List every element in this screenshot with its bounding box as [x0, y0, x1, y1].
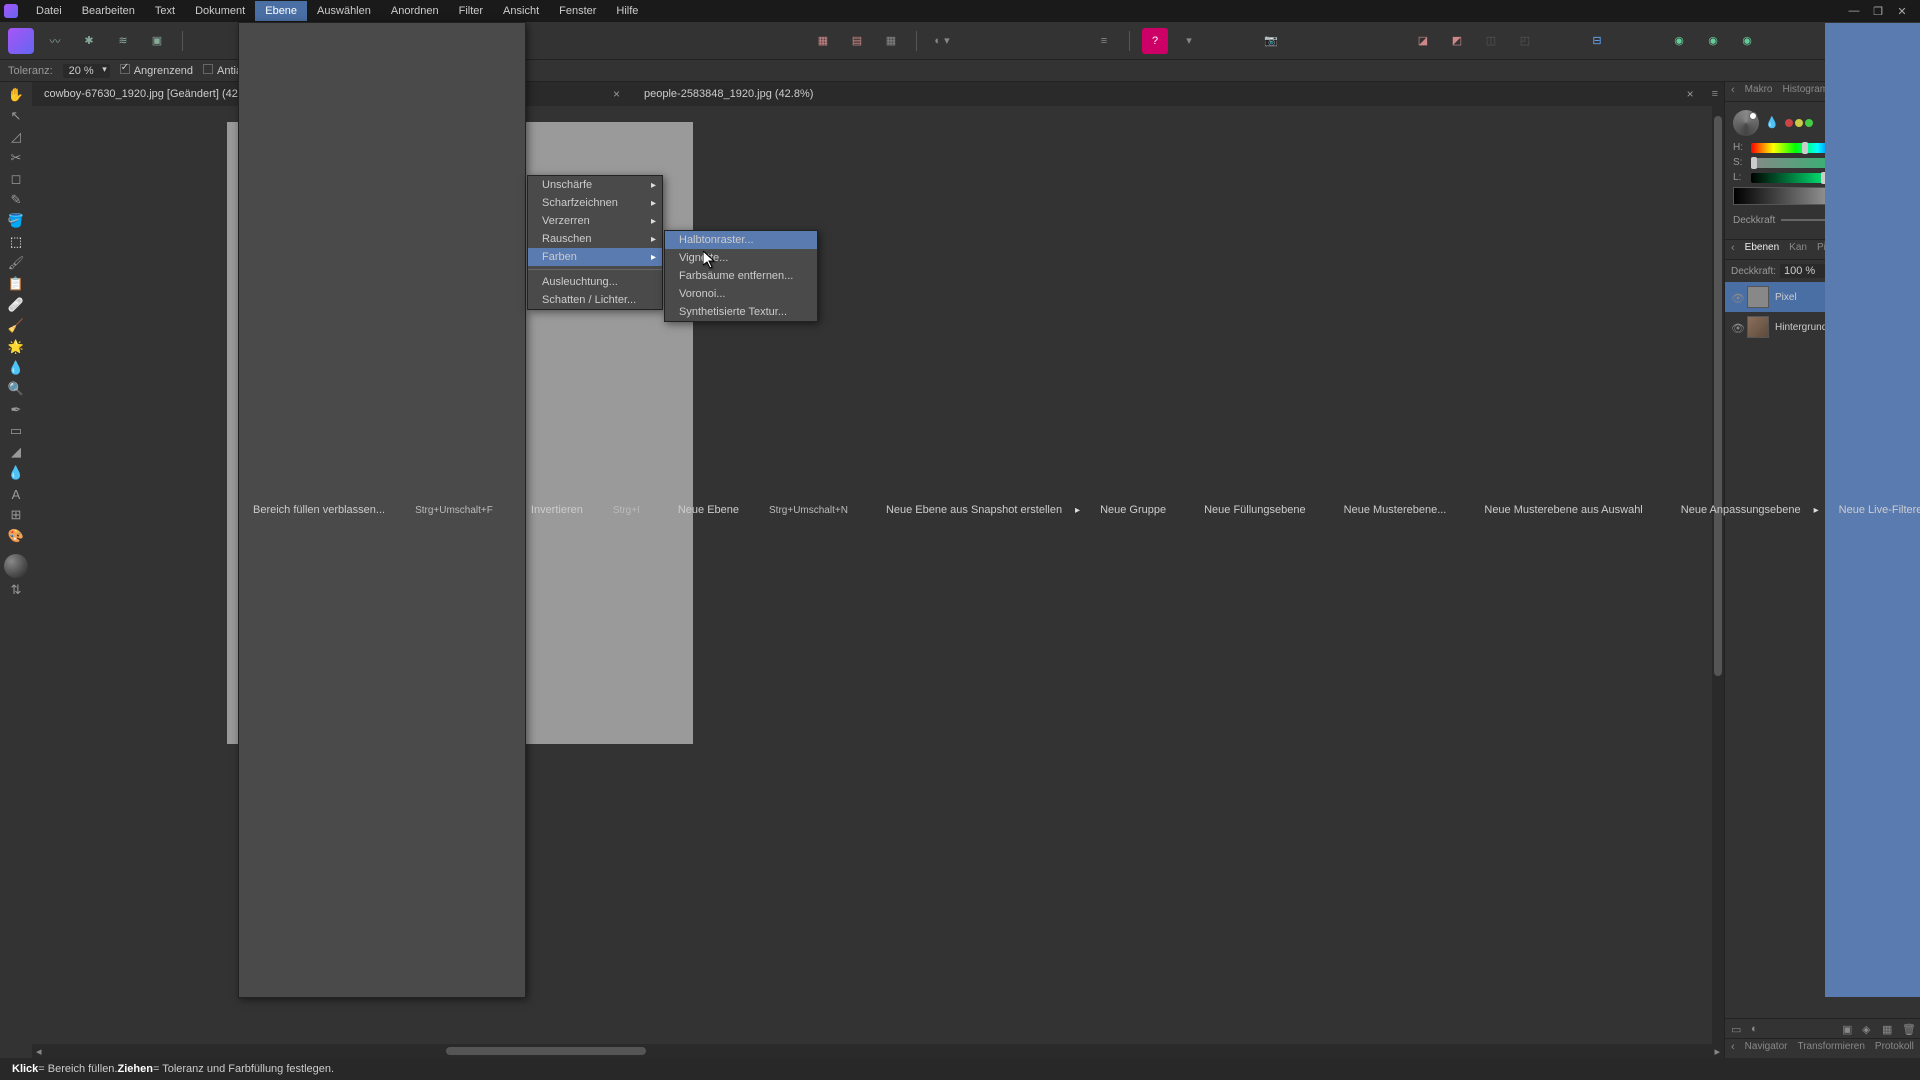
heal-tool-icon[interactable]: 🩹: [6, 296, 26, 314]
menu-item[interactable]: Neue Gruppe: [1086, 23, 1190, 997]
layers-footer: ▭ ◐ ▣ ◈ ▦ 🗑: [1725, 1018, 1920, 1038]
app-icon: [4, 4, 18, 18]
eraser-tool-icon[interactable]: 🧹: [6, 317, 26, 335]
menu-item[interactable]: Vignette...: [665, 249, 817, 267]
clone-tool-icon[interactable]: 📋: [6, 275, 26, 293]
smudge-tool-icon[interactable]: 💧: [6, 359, 26, 377]
menu-item[interactable]: Farben: [528, 248, 662, 266]
tolerance-value[interactable]: 20 %: [63, 64, 110, 78]
menubar: DateiBearbeitenTextDokumentEbeneAuswähle…: [26, 1, 648, 21]
submenu-farben: Halbtonraster...Vignette...Farbsäume ent…: [664, 230, 818, 322]
menu-hilfe[interactable]: Hilfe: [606, 1, 648, 21]
color-ball-icon[interactable]: [4, 554, 28, 578]
status-text: = Bereich füllen.: [38, 1063, 117, 1075]
tab-protokoll[interactable]: Protokoll: [1875, 1041, 1914, 1056]
move-tool-icon[interactable]: ↖: [6, 107, 26, 125]
status-klick: Klick: [12, 1063, 38, 1075]
menu-ebene[interactable]: Ebene: [255, 1, 307, 21]
effect-icon[interactable]: ◈: [1862, 1023, 1874, 1035]
maximize-button[interactable]: ❐: [1872, 5, 1884, 17]
menu-item[interactable]: Neue Ebene aus Snapshot erstellen: [872, 23, 1086, 997]
menu-item[interactable]: Schatten / Lichter...: [528, 291, 662, 309]
adjust-icon[interactable]: ◐: [1751, 1023, 1763, 1035]
scrollbar-horizontal[interactable]: ◂ ▸: [32, 1044, 1724, 1058]
menu-bearbeiten[interactable]: Bearbeiten: [72, 1, 145, 21]
window-controls: — ❐ ✕: [1848, 5, 1916, 17]
menu-datei[interactable]: Datei: [26, 1, 72, 21]
shape-tool-icon[interactable]: ▭: [6, 422, 26, 440]
selection-tool-icon[interactable]: ⬚: [6, 233, 26, 251]
bottom-tabs: ‹ Navigator Transformieren Protokoll: [1725, 1038, 1920, 1058]
menu-dokument[interactable]: Dokument: [185, 1, 255, 21]
menu-item[interactable]: Neue Live-Filterebene: [1825, 23, 1920, 997]
menu-ansicht[interactable]: Ansicht: [493, 1, 549, 21]
tab-label: cowboy-67630_1920.jpg [Geändert] (42.8%): [44, 88, 260, 100]
menu-item[interactable]: Rauschen: [528, 230, 662, 248]
menu-item[interactable]: Scharfzeichnen: [528, 194, 662, 212]
menu-item[interactable]: Neue EbeneStrg+Umschalt+N: [664, 23, 872, 997]
titlebar: DateiBearbeitenTextDokumentEbeneAuswähle…: [0, 0, 1920, 22]
persona-develop-icon[interactable]: ✱: [76, 28, 102, 54]
statusbar: Klick = Bereich füllen. Ziehen = Toleran…: [0, 1058, 1920, 1080]
tab-navigator[interactable]: Navigator: [1745, 1041, 1788, 1056]
hand-tool-icon[interactable]: ✋: [6, 86, 26, 104]
lasso-tool-icon[interactable]: ✎: [6, 191, 26, 209]
mask-icon[interactable]: ▭: [1731, 1023, 1743, 1035]
menu-item[interactable]: Halbtonraster...: [665, 231, 817, 249]
menu-item[interactable]: Verzerren: [528, 212, 662, 230]
left-toolbar: ✋ ↖ ◿ ✂ ◻ ✎ 🪣 ⬚ 🖌 📋 🩹 🧹 🌟 💧 🔍 ✒ ▭ ◢ 💧 A …: [0, 82, 32, 1058]
menu-anordnen[interactable]: Anordnen: [381, 1, 449, 21]
menu-item[interactable]: Neue Anpassungsebene: [1667, 23, 1825, 997]
add-layer-icon[interactable]: ▦: [1882, 1023, 1894, 1035]
zoom-tool-icon[interactable]: 🔍: [6, 380, 26, 398]
menu-item[interactable]: Neue Musterebene aus Auswahl: [1470, 23, 1666, 997]
menu-item[interactable]: Neue Füllungsebene: [1190, 23, 1330, 997]
contiguous-check[interactable]: Angrenzend: [120, 64, 193, 77]
eyedrop-tool-icon[interactable]: 💧: [6, 464, 26, 482]
menu-filter[interactable]: Filter: [449, 1, 493, 21]
persona-liquify-icon[interactable]: 〰: [42, 28, 68, 54]
delete-layer-icon[interactable]: 🗑: [1902, 1023, 1914, 1035]
flood-tool-icon[interactable]: 🪣: [6, 212, 26, 230]
crop-tool-icon[interactable]: ✂: [6, 149, 26, 167]
submenu-live-filter: UnschärfeScharfzeichnenVerzerrenRauschen…: [527, 175, 663, 310]
menu-item[interactable]: Unschärfe: [528, 176, 662, 194]
menu-ebene-dropdown: Bereich füllen verblassen...Strg+Umschal…: [238, 22, 526, 998]
menu-item[interactable]: Ausleuchtung...: [528, 273, 662, 291]
menu-fenster[interactable]: Fenster: [549, 1, 606, 21]
status-text: = Toleranz und Farbfüllung festlegen.: [153, 1063, 334, 1075]
menu-item[interactable]: Bereich füllen verblassen...Strg+Umschal…: [239, 23, 517, 997]
brush-tool-icon[interactable]: 🖌: [6, 254, 26, 272]
menu-auswählen[interactable]: Auswählen: [307, 1, 381, 21]
status-ziehen: Ziehen: [117, 1063, 152, 1075]
persona-photo-icon[interactable]: [8, 28, 34, 54]
mesh-tool-icon[interactable]: ⊞: [6, 506, 26, 524]
text-tool-icon[interactable]: A: [6, 485, 26, 503]
persona-tone-icon[interactable]: ≋: [110, 28, 136, 54]
tab-transform[interactable]: Transformieren: [1797, 1041, 1864, 1056]
minimize-button[interactable]: —: [1848, 5, 1860, 17]
menu-item[interactable]: Voronoi...: [665, 285, 817, 303]
swap-color-icon[interactable]: ⇅: [6, 581, 26, 599]
menu-item[interactable]: Farbsäume entfernen...: [665, 267, 817, 285]
marquee-tool-icon[interactable]: ◻: [6, 170, 26, 188]
close-button[interactable]: ✕: [1896, 5, 1908, 17]
gradient-tool-icon[interactable]: ◢: [6, 443, 26, 461]
node-tool-icon[interactable]: ◿: [6, 128, 26, 146]
pen-tool-icon[interactable]: ✒: [6, 401, 26, 419]
dodge-tool-icon[interactable]: 🌟: [6, 338, 26, 356]
menu-item[interactable]: Synthetisierte Textur...: [665, 303, 817, 321]
tolerance-label: Toleranz:: [8, 65, 53, 77]
persona-export-icon[interactable]: ▣: [144, 28, 170, 54]
menu-item[interactable]: InvertierenStrg+I: [517, 23, 664, 997]
group-icon[interactable]: ▣: [1842, 1023, 1854, 1035]
menu-item[interactable]: Neue Musterebene...: [1330, 23, 1471, 997]
picker-tool-icon[interactable]: 🎨: [6, 527, 26, 545]
menu-text[interactable]: Text: [145, 1, 185, 21]
